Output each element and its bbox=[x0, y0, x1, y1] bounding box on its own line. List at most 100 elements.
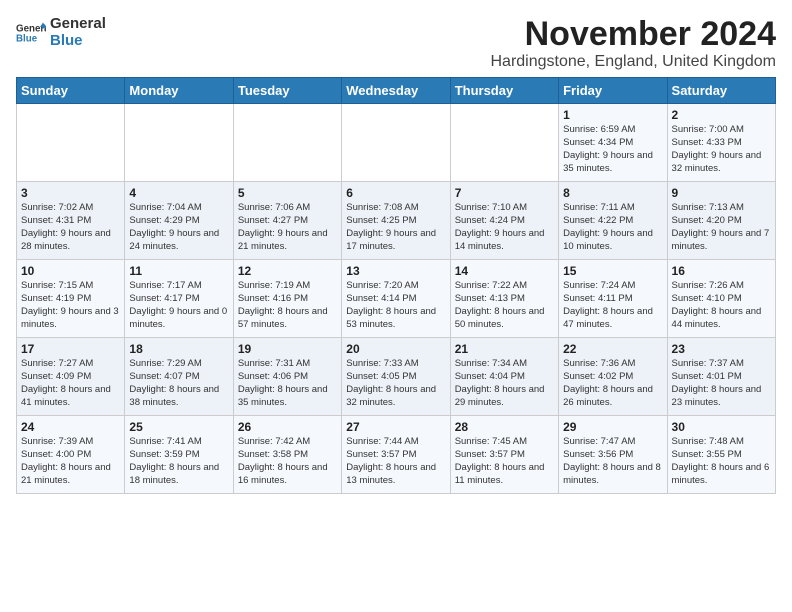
calendar-cell: 27 Sunrise: 7:44 AM Sunset: 3:57 PM Dayli… bbox=[342, 416, 450, 494]
calendar-week-4: 17Sunrise: 7:27 AM Sunset: 4:09 PM Dayli… bbox=[17, 338, 776, 416]
weekday-header-monday: Monday bbox=[125, 78, 233, 104]
day-number: 8 bbox=[563, 186, 662, 200]
calendar-cell: 1Sunrise: 6:59 AM Sunset: 4:34 PM Daylig… bbox=[559, 104, 667, 182]
calendar-cell: 18 Sunrise: 7:29 AM Sunset: 4:07 PM Dayli… bbox=[125, 338, 233, 416]
weekday-row: SundayMondayTuesdayWednesdayThursdayFrid… bbox=[17, 78, 776, 104]
day-number: 13 bbox=[346, 264, 445, 278]
calendar-cell: 11Sunrise: 7:17 AM Sunset: 4:17 PM Dayli… bbox=[125, 260, 233, 338]
day-number: 9 bbox=[672, 186, 771, 200]
weekday-header-wednesday: Wednesday bbox=[342, 78, 450, 104]
calendar-week-3: 10Sunrise: 7:15 AM Sunset: 4:19 PM Dayli… bbox=[17, 260, 776, 338]
calendar-cell: 8 Sunrise: 7:11 AM Sunset: 4:22 PM Daylig… bbox=[559, 182, 667, 260]
calendar-header: SundayMondayTuesdayWednesdayThursdayFrid… bbox=[17, 78, 776, 104]
weekday-header-thursday: Thursday bbox=[450, 78, 558, 104]
calendar-cell bbox=[233, 104, 341, 182]
calendar-cell: 30Sunrise: 7:48 AM Sunset: 3:55 PM Dayli… bbox=[667, 416, 775, 494]
day-info: Sunrise: 7:39 AM Sunset: 4:00 PM Dayligh… bbox=[21, 436, 120, 487]
day-info: Sunrise: 7:13 AM Sunset: 4:20 PM Dayligh… bbox=[672, 202, 771, 253]
calendar-cell: 29 Sunrise: 7:47 AM Sunset: 3:56 PM Dayli… bbox=[559, 416, 667, 494]
calendar-cell: 9 Sunrise: 7:13 AM Sunset: 4:20 PM Daylig… bbox=[667, 182, 775, 260]
calendar-cell: 17Sunrise: 7:27 AM Sunset: 4:09 PM Dayli… bbox=[17, 338, 125, 416]
day-info: Sunrise: 7:34 AM Sunset: 4:04 PM Dayligh… bbox=[455, 358, 554, 409]
day-info: Sunrise: 7:19 AM Sunset: 4:16 PM Dayligh… bbox=[238, 280, 337, 331]
weekday-header-tuesday: Tuesday bbox=[233, 78, 341, 104]
calendar-cell: 20 Sunrise: 7:33 AM Sunset: 4:05 PM Dayli… bbox=[342, 338, 450, 416]
day-number: 15 bbox=[563, 264, 662, 278]
day-info: Sunrise: 7:00 AM Sunset: 4:33 PM Dayligh… bbox=[672, 124, 771, 175]
calendar-week-2: 3Sunrise: 7:02 AM Sunset: 4:31 PM Daylig… bbox=[17, 182, 776, 260]
day-number: 27 bbox=[346, 420, 445, 434]
weekday-header-saturday: Saturday bbox=[667, 78, 775, 104]
day-info: Sunrise: 7:29 AM Sunset: 4:07 PM Dayligh… bbox=[129, 358, 228, 409]
calendar-cell bbox=[450, 104, 558, 182]
day-info: Sunrise: 7:31 AM Sunset: 4:06 PM Dayligh… bbox=[238, 358, 337, 409]
day-number: 28 bbox=[455, 420, 554, 434]
calendar-cell: 26 Sunrise: 7:42 AM Sunset: 3:58 PM Dayli… bbox=[233, 416, 341, 494]
day-number: 2 bbox=[672, 108, 771, 122]
day-info: Sunrise: 7:33 AM Sunset: 4:05 PM Dayligh… bbox=[346, 358, 445, 409]
day-number: 25 bbox=[129, 420, 228, 434]
day-number: 19 bbox=[238, 342, 337, 356]
day-info: Sunrise: 7:48 AM Sunset: 3:55 PM Dayligh… bbox=[672, 436, 771, 487]
day-number: 1 bbox=[563, 108, 662, 122]
day-number: 21 bbox=[455, 342, 554, 356]
calendar-cell: 15 Sunrise: 7:24 AM Sunset: 4:11 PM Dayli… bbox=[559, 260, 667, 338]
calendar-cell bbox=[17, 104, 125, 182]
day-number: 26 bbox=[238, 420, 337, 434]
day-number: 5 bbox=[238, 186, 337, 200]
day-info: Sunrise: 7:15 AM Sunset: 4:19 PM Dayligh… bbox=[21, 280, 120, 331]
day-number: 14 bbox=[455, 264, 554, 278]
page: General Blue General Blue November 2024 … bbox=[0, 0, 792, 502]
header: General Blue General Blue November 2024 … bbox=[16, 16, 776, 71]
day-info: Sunrise: 7:11 AM Sunset: 4:22 PM Dayligh… bbox=[563, 202, 662, 253]
calendar-week-1: 1Sunrise: 6:59 AM Sunset: 4:34 PM Daylig… bbox=[17, 104, 776, 182]
day-number: 3 bbox=[21, 186, 120, 200]
calendar-cell: 13 Sunrise: 7:20 AM Sunset: 4:14 PM Dayli… bbox=[342, 260, 450, 338]
calendar-cell: 23 Sunrise: 7:37 AM Sunset: 4:01 PM Dayli… bbox=[667, 338, 775, 416]
day-info: Sunrise: 7:08 AM Sunset: 4:25 PM Dayligh… bbox=[346, 202, 445, 253]
day-info: Sunrise: 7:37 AM Sunset: 4:01 PM Dayligh… bbox=[672, 358, 771, 409]
calendar-cell: 25 Sunrise: 7:41 AM Sunset: 3:59 PM Dayli… bbox=[125, 416, 233, 494]
calendar-week-5: 24 Sunrise: 7:39 AM Sunset: 4:00 PM Dayli… bbox=[17, 416, 776, 494]
calendar-cell: 14 Sunrise: 7:22 AM Sunset: 4:13 PM Dayli… bbox=[450, 260, 558, 338]
day-info: Sunrise: 7:20 AM Sunset: 4:14 PM Dayligh… bbox=[346, 280, 445, 331]
calendar-cell: 12 Sunrise: 7:19 AM Sunset: 4:16 PM Dayli… bbox=[233, 260, 341, 338]
day-number: 24 bbox=[21, 420, 120, 434]
location-title: Hardingstone, England, United Kingdom bbox=[490, 53, 776, 71]
day-info: Sunrise: 7:17 AM Sunset: 4:17 PM Dayligh… bbox=[129, 280, 228, 331]
day-number: 20 bbox=[346, 342, 445, 356]
day-info: Sunrise: 7:36 AM Sunset: 4:02 PM Dayligh… bbox=[563, 358, 662, 409]
month-title: November 2024 bbox=[490, 16, 776, 53]
calendar-cell: 24 Sunrise: 7:39 AM Sunset: 4:00 PM Dayli… bbox=[17, 416, 125, 494]
day-info: Sunrise: 7:24 AM Sunset: 4:11 PM Dayligh… bbox=[563, 280, 662, 331]
day-info: Sunrise: 7:06 AM Sunset: 4:27 PM Dayligh… bbox=[238, 202, 337, 253]
calendar-cell: 3Sunrise: 7:02 AM Sunset: 4:31 PM Daylig… bbox=[17, 182, 125, 260]
day-number: 7 bbox=[455, 186, 554, 200]
day-info: Sunrise: 7:42 AM Sunset: 3:58 PM Dayligh… bbox=[238, 436, 337, 487]
day-number: 4 bbox=[129, 186, 228, 200]
calendar-cell: 28Sunrise: 7:45 AM Sunset: 3:57 PM Dayli… bbox=[450, 416, 558, 494]
day-number: 6 bbox=[346, 186, 445, 200]
calendar-cell: 4 Sunrise: 7:04 AM Sunset: 4:29 PM Daylig… bbox=[125, 182, 233, 260]
day-info: Sunrise: 7:27 AM Sunset: 4:09 PM Dayligh… bbox=[21, 358, 120, 409]
day-info: Sunrise: 7:47 AM Sunset: 3:56 PM Dayligh… bbox=[563, 436, 662, 487]
calendar-cell: 5 Sunrise: 7:06 AM Sunset: 4:27 PM Daylig… bbox=[233, 182, 341, 260]
day-info: Sunrise: 7:41 AM Sunset: 3:59 PM Dayligh… bbox=[129, 436, 228, 487]
calendar-cell: 22Sunrise: 7:36 AM Sunset: 4:02 PM Dayli… bbox=[559, 338, 667, 416]
day-info: Sunrise: 7:04 AM Sunset: 4:29 PM Dayligh… bbox=[129, 202, 228, 253]
calendar-cell: 21 Sunrise: 7:34 AM Sunset: 4:04 PM Dayli… bbox=[450, 338, 558, 416]
calendar-cell bbox=[125, 104, 233, 182]
svg-text:Blue: Blue bbox=[16, 33, 38, 44]
day-info: Sunrise: 7:44 AM Sunset: 3:57 PM Dayligh… bbox=[346, 436, 445, 487]
title-block: November 2024 Hardingstone, England, Uni… bbox=[490, 16, 776, 71]
logo-text: General Blue bbox=[50, 16, 106, 49]
calendar-cell: 19 Sunrise: 7:31 AM Sunset: 4:06 PM Dayli… bbox=[233, 338, 341, 416]
day-info: Sunrise: 7:22 AM Sunset: 4:13 PM Dayligh… bbox=[455, 280, 554, 331]
day-info: Sunrise: 7:10 AM Sunset: 4:24 PM Dayligh… bbox=[455, 202, 554, 253]
day-info: Sunrise: 7:26 AM Sunset: 4:10 PM Dayligh… bbox=[672, 280, 771, 331]
day-number: 23 bbox=[672, 342, 771, 356]
day-number: 29 bbox=[563, 420, 662, 434]
day-number: 18 bbox=[129, 342, 228, 356]
day-number: 12 bbox=[238, 264, 337, 278]
calendar-cell: 6 Sunrise: 7:08 AM Sunset: 4:25 PM Daylig… bbox=[342, 182, 450, 260]
